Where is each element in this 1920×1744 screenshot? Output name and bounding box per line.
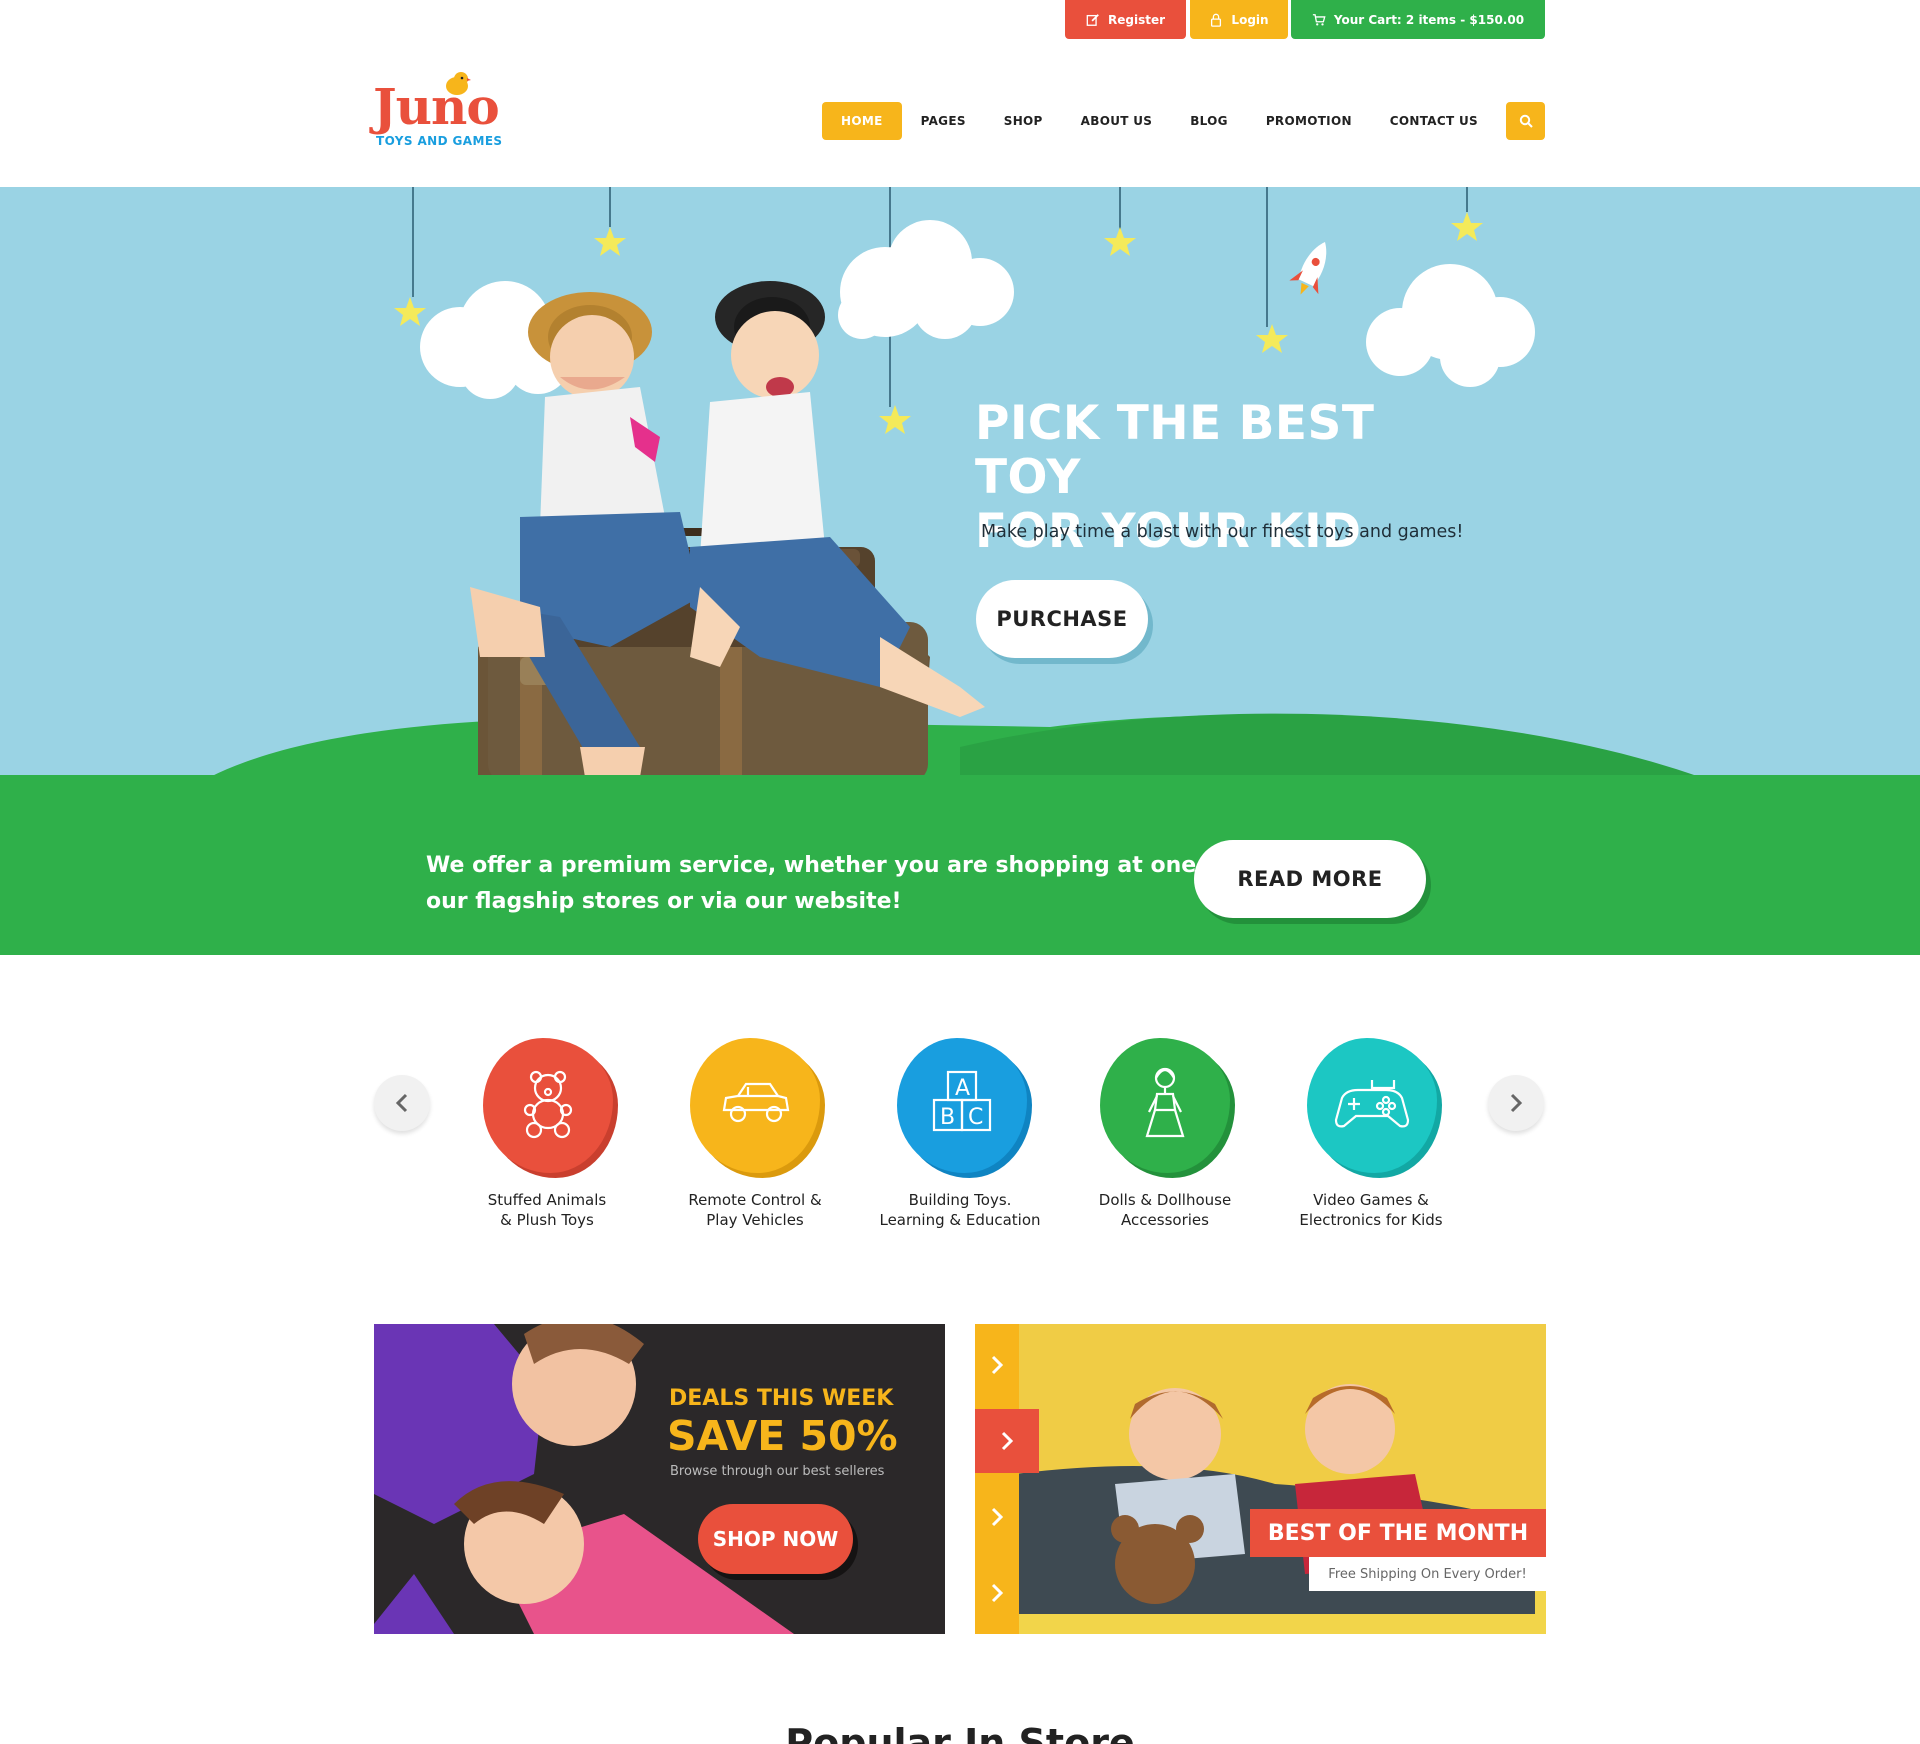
doll-icon [1145,1067,1185,1138]
category-dolls[interactable] [1100,1038,1230,1173]
banner-arrow-3[interactable] [975,1494,1019,1540]
nav-promotion[interactable]: PROMOTION [1247,102,1371,140]
category-label-dolls[interactable]: Dolls & Dollhouse Accessories [1075,1190,1255,1230]
svg-text:A: A [955,1076,970,1101]
logo-wordmark: Juno [373,77,500,136]
category-video-games[interactable] [1307,1038,1437,1173]
login-button[interactable]: Login [1190,0,1288,39]
category-label-line2: Play Vehicles [706,1211,804,1229]
best-title-box: BEST OF THE MONTH [1250,1509,1546,1557]
banner-arrow-4[interactable] [975,1570,1019,1616]
deals-kicker: DEALS THIS WEEK [669,1386,894,1411]
nav-pages[interactable]: PAGES [902,102,985,140]
categories-next-button[interactable] [1488,1075,1544,1131]
category-label-stuffed-animals[interactable]: Stuffed Animals & Plush Toys [457,1190,637,1230]
nav-shop[interactable]: SHOP [985,102,1062,140]
promo-strip-line2: our flagship stores or via our website! [426,889,902,914]
banner-arrow-2[interactable] [975,1409,1039,1473]
shop-now-label: SHOP NOW [712,1527,839,1551]
category-label-line1: Stuffed Animals [487,1191,607,1209]
promo-strip-line1: We offer a premium service, whether you … [426,853,1229,878]
svg-text:C: C [968,1105,983,1130]
category-label-line2: Accessories [1121,1211,1209,1229]
chevron-right-icon [1510,1093,1523,1113]
promo-strip-text: We offer a premium service, whether you … [426,848,1229,920]
teddy-bear-icon [523,1070,573,1139]
deals-headline: SAVE 50% [667,1412,898,1460]
chevron-right-icon [991,1507,1004,1527]
cart-icon [1312,13,1326,26]
chevron-right-icon [991,1355,1004,1375]
category-label-video-games[interactable]: Video Games & Electronics for Kids [1281,1190,1461,1230]
lock-icon [1211,13,1222,27]
section-heading: Popular In Store [785,1721,1135,1744]
chevron-right-icon [991,1583,1004,1603]
main-nav: HOME PAGES SHOP ABOUT US BLOG PROMOTION … [822,102,1497,140]
category-label-building-toys[interactable]: Building Toys. Learning & Education [870,1190,1050,1230]
category-label-line1: Dolls & Dollhouse [1098,1191,1232,1209]
purchase-button[interactable]: PURCHASE [976,580,1148,658]
shop-now-button[interactable]: SHOP NOW [698,1504,853,1574]
chevron-left-icon [395,1093,408,1113]
deals-sub: Browse through our best selleres [670,1464,885,1479]
abc-blocks-icon: A B C [932,1070,992,1132]
hero-title-line1: PICK THE BEST TOY [975,396,1375,505]
gamepad-icon [1334,1080,1410,1128]
category-label-remote-control[interactable]: Remote Control & Play Vehicles [665,1190,845,1230]
best-title: BEST OF THE MONTH [1267,1520,1529,1546]
hero-illustration [210,187,1700,777]
category-label-line2: & Plush Toys [500,1211,594,1229]
car-icon [722,1082,790,1123]
read-more-label: READ MORE [1237,867,1383,891]
edit-icon [1086,13,1099,26]
hero-subtitle: Make play time a blast with our finest t… [981,522,1464,542]
hero-slider: PICK THE BEST TOY FOR YOUR KID Make play… [0,187,1920,777]
category-remote-control[interactable] [690,1038,820,1173]
search-button[interactable] [1506,102,1545,140]
category-label-line1: Remote Control & [688,1191,822,1209]
cart-label: Your Cart: 2 items - $150.00 [1333,12,1525,27]
nav-home[interactable]: HOME [822,102,902,140]
deals-banner-photo [374,1324,945,1634]
nav-about-us[interactable]: ABOUT US [1062,102,1172,140]
register-button[interactable]: Register [1065,0,1186,39]
promo-strip: We offer a premium service, whether you … [0,775,1920,955]
purchase-label: PURCHASE [996,607,1128,631]
category-label-line2: Electronics for Kids [1299,1211,1443,1229]
cart-button[interactable]: Your Cart: 2 items - $150.00 [1291,0,1545,39]
login-label: Login [1231,12,1269,27]
category-stuffed-animals[interactable] [483,1038,613,1173]
register-label: Register [1107,12,1166,27]
search-icon [1519,114,1533,128]
best-sub-box: Free Shipping On Every Order! [1309,1557,1546,1591]
category-label-line1: Video Games & [1313,1191,1429,1209]
categories-prev-button[interactable] [374,1075,430,1131]
category-label-line1: Building Toys. [908,1191,1012,1209]
logo[interactable]: Juno TOYS AND GAMES [373,70,503,150]
logo-tagline: TOYS AND GAMES [376,134,503,148]
deals-banner[interactable]: DEALS THIS WEEK SAVE 50% Browse through … [374,1324,945,1634]
banner-arrow-1[interactable] [975,1342,1019,1388]
best-of-month-banner[interactable]: BEST OF THE MONTH Free Shipping On Every… [975,1324,1546,1634]
category-building-toys[interactable]: A B C [897,1038,1027,1173]
read-more-button[interactable]: READ MORE [1194,840,1426,918]
nav-blog[interactable]: BLOG [1171,102,1247,140]
svg-text:B: B [940,1105,955,1130]
category-label-line2: Learning & Education [879,1211,1041,1229]
best-sub: Free Shipping On Every Order! [1328,1566,1527,1582]
nav-contact-us[interactable]: CONTACT US [1371,102,1497,140]
chevron-right-icon [1001,1431,1014,1451]
